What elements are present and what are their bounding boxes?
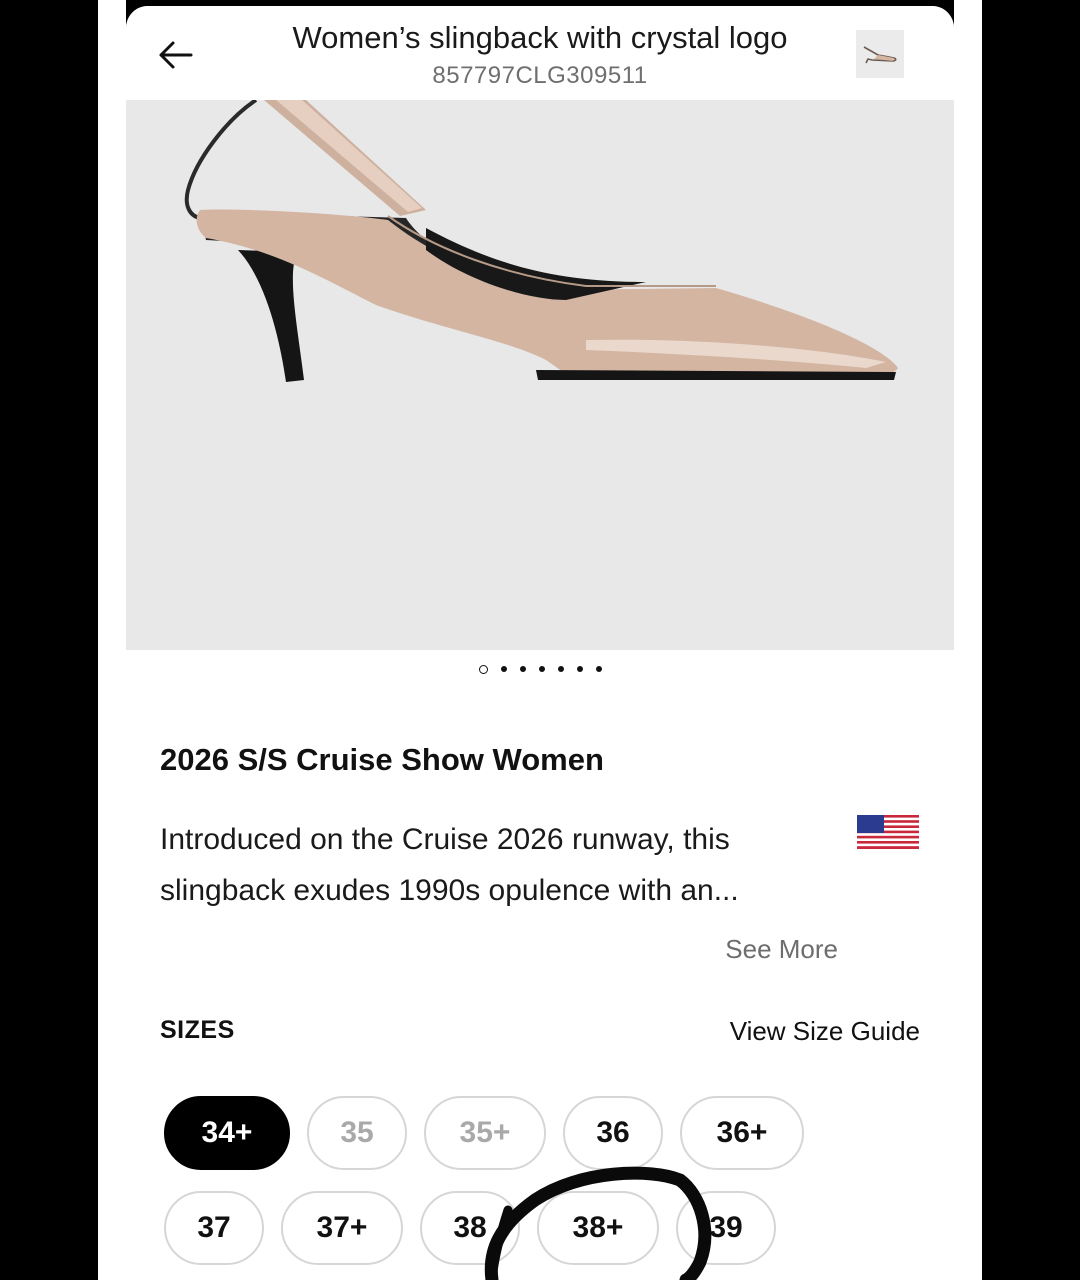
- gallery-dot[interactable]: [576, 666, 583, 672]
- gallery-dot[interactable]: [538, 666, 545, 672]
- arrow-left-icon: [159, 41, 193, 69]
- size-row: 37 37+ 38 38+ 39: [164, 1191, 776, 1265]
- frame-side-right: [954, 0, 982, 1280]
- size-option-37[interactable]: 37: [164, 1191, 264, 1265]
- size-option-38plus[interactable]: 38+: [537, 1191, 659, 1265]
- product-title: Women’s slingback with crystal logo: [292, 20, 788, 55]
- product-thumbnail[interactable]: [856, 30, 904, 78]
- us-flag-icon[interactable]: [857, 815, 919, 849]
- size-option-34plus[interactable]: 34+: [164, 1096, 290, 1170]
- product-sku: 857797CLG309511: [432, 62, 648, 89]
- gallery-pagination: [126, 662, 954, 676]
- product-image-gallery[interactable]: [126, 100, 954, 650]
- size-option-35plus[interactable]: 35+: [424, 1096, 546, 1170]
- size-option-36plus[interactable]: 36+: [680, 1096, 804, 1170]
- size-option-36[interactable]: 36: [563, 1096, 663, 1170]
- shoe-thumbnail-icon: [863, 46, 897, 64]
- product-page: Women’s slingback with crystal logo 8577…: [126, 6, 954, 1280]
- view-size-guide-link[interactable]: View Size Guide: [730, 1016, 920, 1047]
- shoe-image: [184, 100, 898, 382]
- see-more-link[interactable]: See More: [725, 934, 838, 965]
- back-button[interactable]: [154, 34, 196, 76]
- size-option-35[interactable]: 35: [307, 1096, 407, 1170]
- product-description: Introduced on the Cruise 2026 runway, th…: [160, 814, 820, 916]
- description-line: Introduced on the Cruise 2026 runway, th…: [160, 823, 730, 856]
- size-option-38[interactable]: 38: [420, 1191, 520, 1265]
- gallery-dot[interactable]: [500, 666, 507, 672]
- collection-heading: 2026 S/S Cruise Show Women: [160, 742, 604, 777]
- gallery-dot[interactable]: [478, 664, 488, 674]
- screenshot-frame: Women’s slingback with crystal logo 8577…: [0, 0, 1080, 1280]
- top-bar: Women’s slingback with crystal logo 8577…: [126, 6, 954, 100]
- size-option-39[interactable]: 39: [676, 1191, 776, 1265]
- sizes-label: SIZES: [160, 1016, 235, 1044]
- gallery-dot[interactable]: [557, 666, 564, 672]
- size-row: 34+ 35 35+ 36 36+: [164, 1096, 804, 1170]
- size-option-37plus[interactable]: 37+: [281, 1191, 403, 1265]
- frame-side-left: [98, 0, 126, 1280]
- gallery-dot[interactable]: [519, 666, 526, 672]
- description-line: slingback exudes 1990s opulence with an.…: [160, 874, 739, 907]
- gallery-dot[interactable]: [595, 666, 602, 672]
